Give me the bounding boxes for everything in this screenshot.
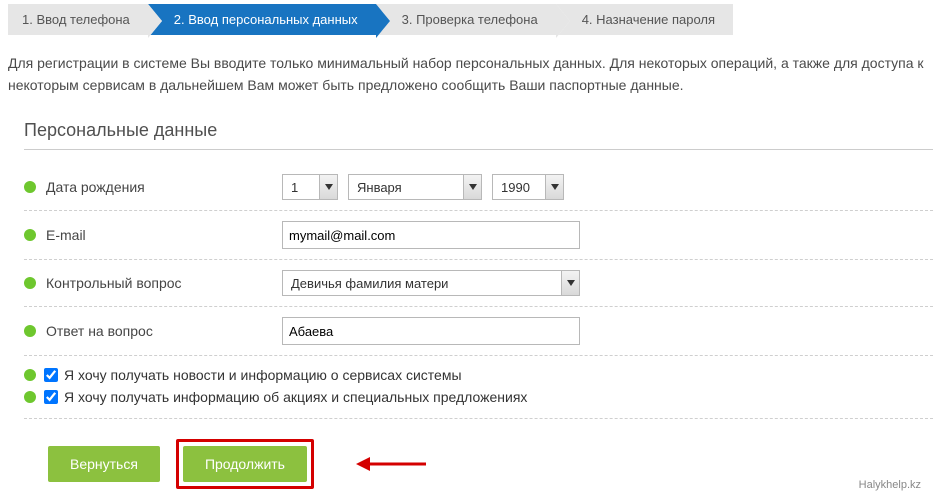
email-label: E-mail [46,227,282,243]
dropdown-arrow-icon [561,271,579,295]
dob-label: Дата рождения [46,179,282,195]
promo-checkbox-label: Я хочу получать информацию об акциях и с… [64,389,527,405]
bullet-icon [24,181,36,193]
promo-checkbox[interactable] [44,390,58,404]
row-answer: Ответ на вопрос [24,307,933,356]
bullet-icon [24,325,36,337]
registration-steps: 1. Ввод телефона 2. Ввод персональных да… [8,4,933,35]
dob-year-select[interactable]: 1990 [492,174,564,200]
action-buttons: Вернуться Продолжить [24,419,933,489]
step-personal-data[interactable]: 2. Ввод персональных данных [148,4,376,35]
answer-label: Ответ на вопрос [46,323,282,339]
step-phone-verify[interactable]: 3. Проверка телефона [376,4,556,35]
dob-year-value: 1990 [501,180,530,195]
security-question-select[interactable]: Девичья фамилия матери [282,270,580,296]
news-checkbox-row: Я хочу получать новости и информацию о с… [24,364,933,386]
answer-field[interactable] [282,317,580,345]
bullet-icon [24,277,36,289]
row-dob: Дата рождения 1 Января 1990 [24,164,933,211]
continue-button[interactable]: Продолжить [183,446,307,482]
step-label: 1. Ввод телефона [22,12,130,27]
watermark: Halykhelp.kz [859,479,921,491]
step-label: 4. Назначение пароля [582,12,715,27]
row-email: E-mail [24,211,933,260]
promo-checkbox-row: Я хочу получать информацию об акциях и с… [24,386,933,408]
dob-day-value: 1 [291,180,298,195]
news-checkbox[interactable] [44,368,58,382]
continue-highlight: Продолжить [176,439,314,489]
bullet-icon [24,229,36,241]
section-title: Персональные данные [24,120,933,150]
dob-controls: 1 Января 1990 [282,174,564,200]
question-label: Контрольный вопрос [46,275,282,291]
arrow-left-icon [356,455,426,473]
dropdown-arrow-icon [319,175,337,199]
dropdown-arrow-icon [545,175,563,199]
back-button[interactable]: Вернуться [48,446,160,482]
bullet-icon [24,391,36,403]
step-phone-input[interactable]: 1. Ввод телефона [8,4,148,35]
bullet-icon [24,369,36,381]
dropdown-arrow-icon [463,175,481,199]
personal-data-section: Персональные данные Дата рождения 1 Янва… [8,120,933,489]
opt-in-section: Я хочу получать новости и информацию о с… [24,356,933,419]
step-set-password[interactable]: 4. Назначение пароля [556,4,733,35]
row-security-question: Контрольный вопрос Девичья фамилия матер… [24,260,933,307]
dob-month-value: Января [357,180,402,195]
step-label: 3. Проверка телефона [402,12,538,27]
news-checkbox-label: Я хочу получать новости и информацию о с… [64,367,462,383]
intro-text: Для регистрации в системе Вы вводите тол… [8,53,933,96]
email-field[interactable] [282,221,580,249]
dob-day-select[interactable]: 1 [282,174,338,200]
dob-month-select[interactable]: Января [348,174,482,200]
question-value: Девичья фамилия матери [291,276,448,291]
step-label: 2. Ввод персональных данных [174,12,358,27]
